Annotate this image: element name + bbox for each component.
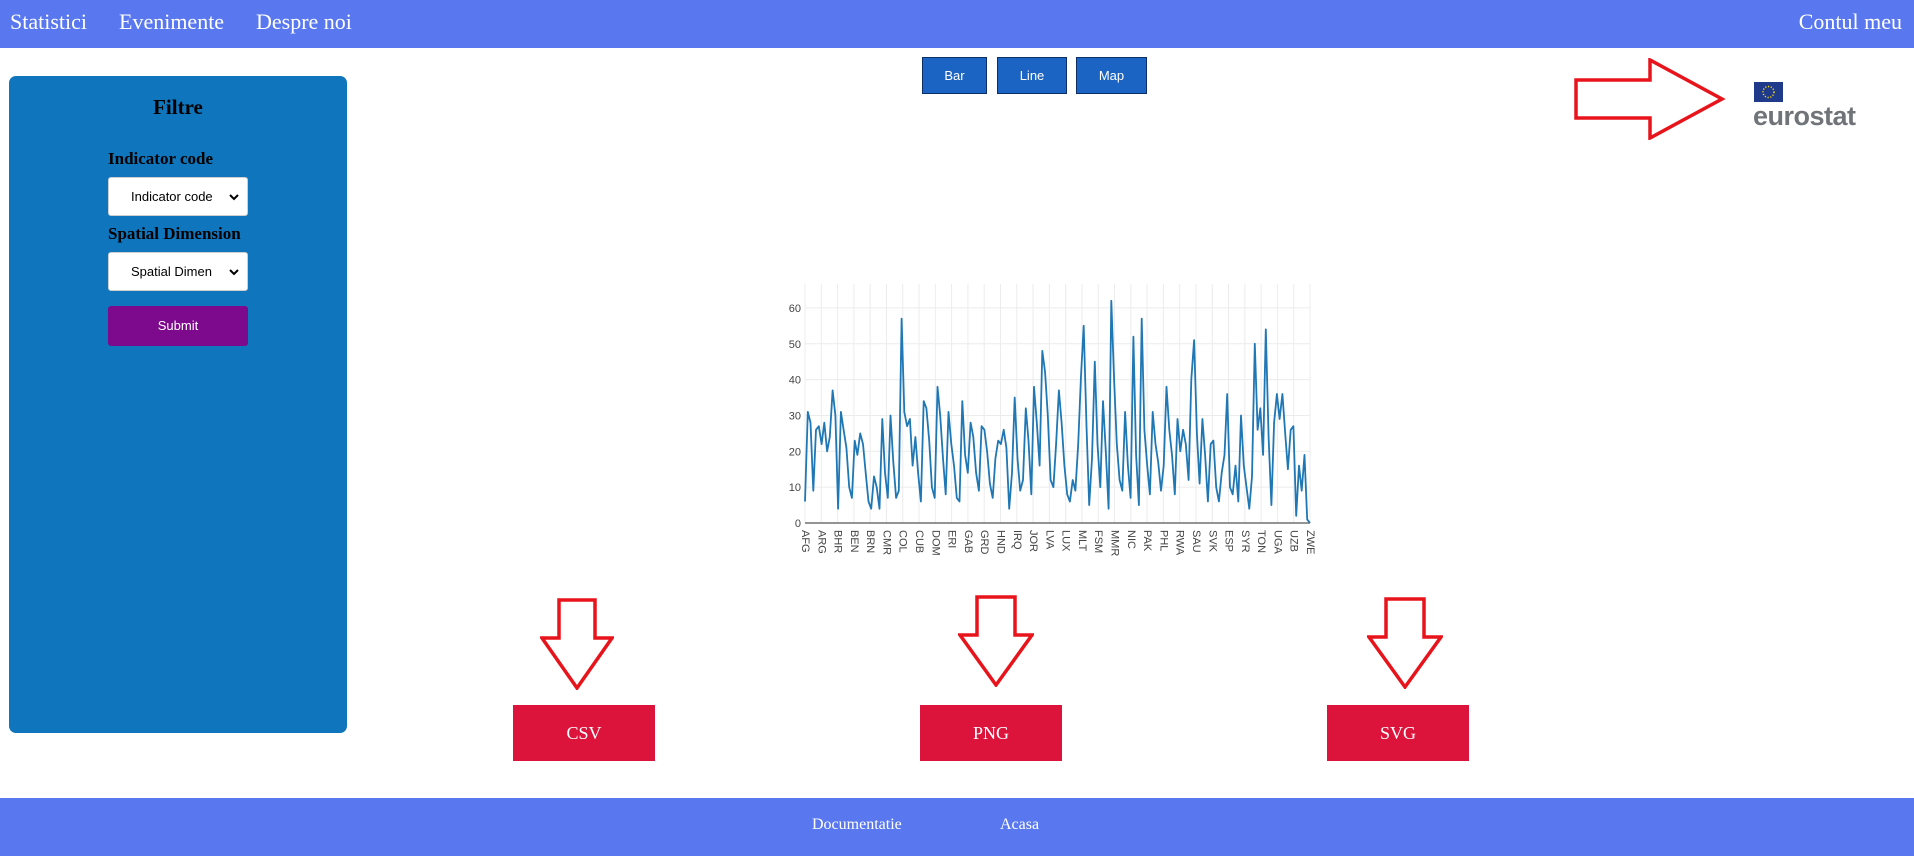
line-chart-button[interactable]: Line — [997, 57, 1067, 94]
x-tick-label: AFG — [799, 530, 811, 553]
x-tick-label: BHR — [832, 530, 844, 553]
x-tick-label: UGA — [1271, 530, 1283, 555]
chevron-down-icon — [229, 269, 239, 276]
y-tick-label: 0 — [795, 518, 801, 530]
x-tick-label: BRN — [864, 530, 876, 553]
x-axis: AFG ARG BHR BEN BRN CMR COL CUB DOM ERI GAB GRD HND I… — [799, 530, 1316, 556]
x-tick-label: SAU — [1190, 530, 1202, 553]
x-tick-label: CUB — [913, 530, 925, 553]
y-tick-label: 40 — [789, 375, 801, 387]
x-tick-label: COL — [897, 530, 909, 553]
x-tick-label: JOR — [1027, 530, 1039, 552]
filters-panel: Filtre Indicator code Indicator code Spa… — [9, 76, 347, 733]
download-png-button[interactable]: PNG — [920, 705, 1062, 761]
x-tick-label: DOM — [929, 530, 941, 556]
x-tick-label: GAB — [962, 530, 974, 553]
y-tick-label: 30 — [789, 410, 801, 422]
eurostat-logo: eurostat — [1751, 80, 1861, 131]
x-tick-label: MMR — [1109, 530, 1121, 556]
nav-evenimente[interactable]: Evenimente — [119, 9, 224, 35]
indicator-code-select[interactable]: Indicator code — [108, 177, 248, 216]
x-tick-label: ZWE — [1304, 530, 1316, 554]
x-tick-label: TON — [1255, 530, 1267, 553]
y-tick-label: 50 — [789, 339, 801, 351]
y-axis: 0 10 20 30 40 50 60 — [789, 303, 801, 530]
spatial-dimension-value: Spatial Dimen — [131, 264, 212, 279]
y-tick-label: 60 — [789, 303, 801, 315]
download-csv-button[interactable]: CSV — [513, 705, 655, 761]
x-tick-label: PHL — [1157, 530, 1169, 551]
footer: Documentatie Acasa — [0, 798, 1914, 856]
x-tick-label: ERI — [946, 530, 958, 548]
x-tick-label: IRQ — [1011, 530, 1023, 550]
x-tick-label: PAK — [1141, 530, 1153, 552]
x-tick-label: UZB — [1288, 530, 1300, 552]
x-tick-label: SVK — [1206, 530, 1218, 553]
bar-chart-button[interactable]: Bar — [922, 57, 987, 94]
y-tick-label: 10 — [789, 482, 801, 494]
download-svg-button[interactable]: SVG — [1327, 705, 1469, 761]
map-chart-button[interactable]: Map — [1076, 57, 1147, 94]
submit-button[interactable]: Submit — [108, 306, 248, 346]
x-tick-label: BEN — [848, 530, 860, 553]
eurostat-wordmark: eurostat — [1753, 101, 1856, 131]
x-tick-label: ARG — [815, 530, 827, 554]
down-arrow-icon — [540, 598, 614, 690]
right-arrow-icon — [1574, 58, 1726, 140]
indicator-code-label: Indicator code — [108, 149, 213, 168]
x-tick-label: SYR — [1239, 530, 1251, 553]
x-tick-label: GRD — [978, 530, 990, 555]
footer-documentatie-link[interactable]: Documentatie — [812, 815, 902, 835]
y-tick-label: 20 — [789, 446, 801, 458]
x-tick-label: FSM — [1092, 530, 1104, 553]
line-chart: 0 10 20 30 40 50 60 AFG ARG BHR BEN BRN CMR COL CUB DO… — [789, 284, 1316, 556]
down-arrow-icon — [1367, 597, 1443, 689]
eu-flag-icon — [1754, 82, 1783, 102]
chevron-down-icon — [229, 194, 239, 201]
down-arrow-icon — [958, 595, 1034, 687]
x-tick-label: CMR — [880, 530, 892, 555]
x-tick-label: RWA — [1174, 530, 1186, 556]
x-tick-label: LUX — [1060, 530, 1072, 552]
x-tick-label: MLT — [1076, 530, 1088, 551]
x-tick-label: HND — [994, 530, 1006, 554]
x-tick-label: LVA — [1043, 530, 1055, 550]
spatial-dimension-select[interactable]: Spatial Dimen — [108, 252, 248, 291]
nav-contul-meu[interactable]: Contul meu — [1799, 9, 1902, 35]
x-tick-label: ESP — [1223, 530, 1235, 552]
indicator-code-value: Indicator code — [131, 189, 213, 204]
filters-title: Filtre — [153, 95, 203, 119]
spatial-dimension-label: Spatial Dimension — [108, 224, 241, 243]
nav-statistici[interactable]: Statistici — [10, 9, 87, 35]
footer-acasa-link[interactable]: Acasa — [1000, 815, 1039, 835]
top-navbar: Statistici Evenimente Despre noi Contul … — [0, 0, 1914, 48]
x-tick-label: NIC — [1125, 530, 1137, 549]
nav-despre-noi[interactable]: Despre noi — [256, 9, 352, 35]
data-series-line — [804, 299, 1311, 524]
